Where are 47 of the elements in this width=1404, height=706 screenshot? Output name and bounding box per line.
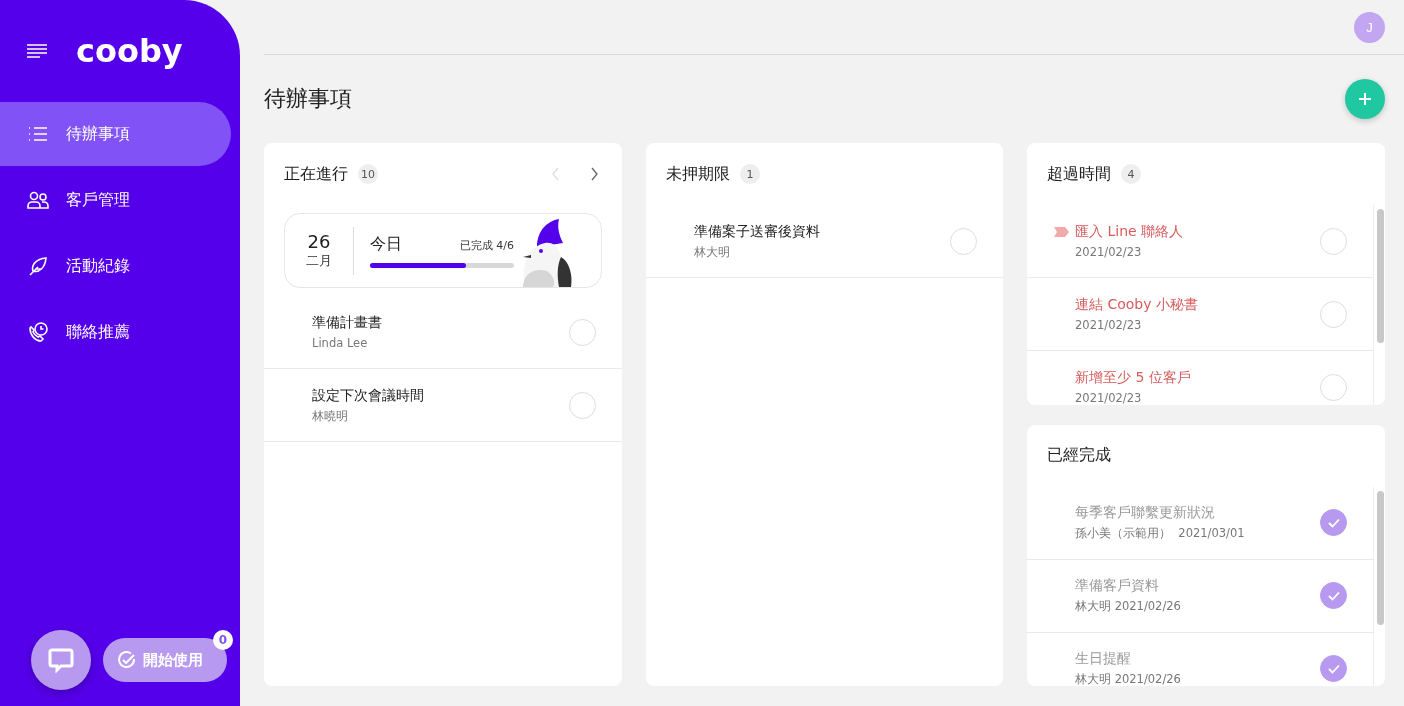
task-title: 生日提醒 <box>1075 650 1132 668</box>
chat-button[interactable] <box>31 630 91 690</box>
task-checkbox[interactable] <box>1320 509 1347 536</box>
panel-title: 正在進行 <box>284 163 348 185</box>
task-subtitle: 林大明 2021/02/26 <box>1075 599 1182 614</box>
task-subtitle: 2021/02/23 <box>1075 245 1143 259</box>
panel-title: 已經完成 <box>1047 445 1111 466</box>
task-checkbox[interactable] <box>1320 655 1347 682</box>
task-title: 每季客戶聯繫更新狀況 <box>1075 504 1216 522</box>
task-title: 連結 Cooby 小秘書 <box>1075 296 1199 314</box>
task-subtitle: Linda Lee <box>312 336 369 350</box>
nav-item[interactable]: 客戶管理 <box>0 168 231 232</box>
task-subtitle: 孫小美（示範用） 2021/03/01 <box>1075 526 1246 541</box>
task-count: 4 <box>1121 164 1141 184</box>
menu-icon[interactable] <box>26 43 48 59</box>
scrollbar[interactable] <box>1373 205 1385 405</box>
task-title: 準備計畫書 <box>312 314 383 332</box>
phone-clock-icon <box>26 320 50 344</box>
nav-item[interactable]: 活動紀錄 <box>0 234 231 298</box>
task-subtitle: 2021/02/23 <box>1075 318 1143 332</box>
nav-item[interactable]: 待辦事項 <box>0 102 231 166</box>
task-subtitle: 林曉明 <box>312 408 349 424</box>
task-title: 準備案子送審後資料 <box>694 222 821 241</box>
task-title: 設定下次會議時間 <box>312 386 425 405</box>
task-title: 匯入 Line 聯絡人 <box>1075 223 1185 241</box>
task-title: 準備客戶資料 <box>1075 577 1160 595</box>
page-title: 待辦事項 <box>264 85 352 113</box>
notification-badge: 0 <box>213 630 233 650</box>
month-label: 二月 <box>306 252 332 270</box>
logo: cooby <box>76 35 183 67</box>
plus-icon <box>1357 91 1373 107</box>
task-count: 1 <box>740 164 760 184</box>
panel-title: 未押期限 <box>666 163 730 185</box>
task-subtitle: 林大明 2021/02/26 <box>1075 672 1182 686</box>
progress-text: 已完成 4/6 <box>459 237 514 253</box>
today-label: 今日 <box>370 233 402 255</box>
nav-item[interactable]: 聯絡推薦 <box>0 300 231 364</box>
task-subtitle: 2021/02/23 <box>1075 391 1143 405</box>
day-number: 26 <box>307 231 331 252</box>
task-subtitle: 林大明 <box>694 244 731 260</box>
scrollbar[interactable] <box>1373 486 1385 686</box>
check-circle-icon <box>117 650 137 670</box>
add-button[interactable] <box>1345 79 1385 119</box>
task-checkbox[interactable] <box>1320 582 1347 609</box>
task-count: 10 <box>358 164 378 184</box>
panel-title: 超過時間 <box>1047 163 1111 185</box>
task-title: 新增至少 5 位客戶 <box>1075 369 1192 387</box>
